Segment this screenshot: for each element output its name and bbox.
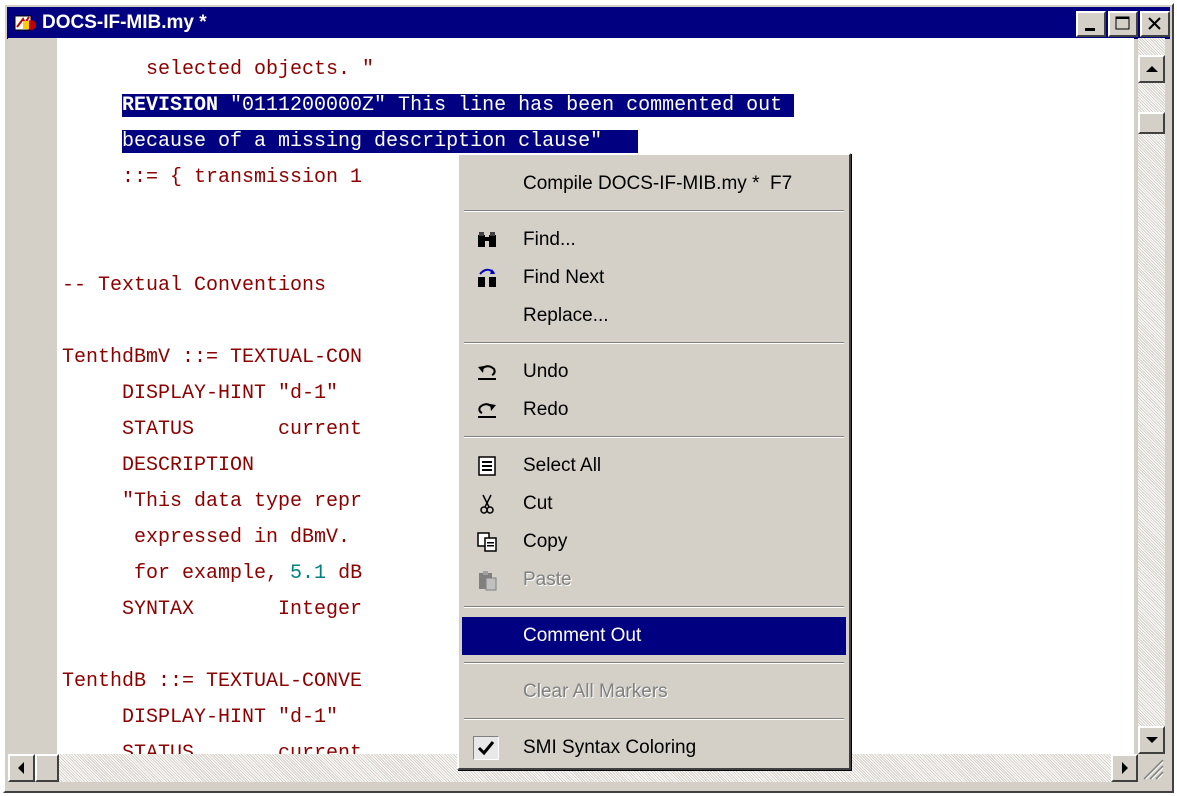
menu-item-smi-syntax-coloring[interactable]: SMI Syntax Coloring [462, 729, 846, 767]
minimize-icon [1085, 28, 1095, 31]
menu-item-label: Find Next [523, 267, 605, 288]
code-token: -- Textual Conventions [62, 274, 327, 297]
scroll-down-button[interactable] [1138, 726, 1165, 754]
menu-item-select-all[interactable]: Select All [462, 447, 846, 485]
menu-item-find-next[interactable]: Find Next [462, 259, 846, 297]
menu-item-label: Paste [523, 569, 572, 590]
menu-item-replace[interactable]: Replace... [462, 297, 846, 335]
minimize-button[interactable] [1076, 11, 1106, 37]
code-token: REVISION [122, 94, 219, 117]
menu-item-cut[interactable]: Cut [462, 485, 846, 523]
code-line[interactable]: ::= { transmission 1 [62, 160, 362, 196]
scroll-left-button[interactable] [8, 754, 35, 782]
scroll-up-button[interactable] [1138, 55, 1165, 83]
horizontal-scroll-thumb[interactable] [35, 754, 59, 782]
menu-item-comment-out[interactable]: Comment Out [462, 617, 846, 655]
code-token: TenthdB ::= TEXTUAL-CONVE [62, 670, 363, 693]
smi-syntax-coloring-checkbox[interactable] [473, 736, 499, 760]
menu-separator [464, 342, 844, 344]
title-bar[interactable]: DOCS-IF-MIB.my * [7, 7, 1170, 39]
menu-item-redo[interactable]: Redo [462, 391, 846, 429]
code-token: selected objects. " [62, 58, 375, 81]
menu-separator [464, 606, 844, 608]
menu-item-find[interactable]: Find... [462, 221, 846, 259]
menu-item-copy[interactable]: Copy [462, 523, 846, 561]
menu-item-label: Clear All Markers [523, 681, 668, 702]
menu-item-label: Replace... [523, 305, 609, 326]
arrow-right-icon [1122, 762, 1128, 774]
arrow-down-icon [1146, 737, 1158, 743]
menu-separator [464, 210, 844, 212]
menu-item-label: Comment Out [523, 625, 642, 646]
code-token: "0111200000Z" This line has been comment… [218, 94, 795, 117]
find-next-icon [478, 268, 496, 287]
code-line[interactable]: DISPLAY-HINT "d-1" [62, 376, 338, 412]
resize-grip-icon [1143, 759, 1164, 780]
copy-icon [477, 532, 497, 552]
menu-item-compile[interactable]: Compile DOCS-IF-MIB.my * F7 [462, 165, 846, 203]
menu-item-label: Cut [523, 493, 553, 514]
code-line[interactable]: TenthdB ::= TEXTUAL-CONVE [62, 664, 362, 700]
menu-item-label: Select All [523, 455, 602, 476]
paste-icon [479, 571, 497, 591]
vertical-scroll-thumb[interactable] [1138, 112, 1165, 134]
menu-item-label: SMI Syntax Coloring [523, 737, 697, 758]
code-line[interactable]: TenthdBmV ::= TEXTUAL-CON [62, 340, 362, 376]
code-token: 5.1 [290, 562, 327, 585]
code-token: DISPLAY-HINT "d-1" [62, 706, 339, 729]
code-token: DISPLAY-HINT "d-1" [62, 382, 339, 405]
code-token: because of a missing description clause" [122, 130, 639, 153]
code-token: SYNTAX Integer [62, 598, 363, 621]
context-menu: Compile DOCS-IF-MIB.my * F7 Find... Find… [457, 153, 851, 770]
menu-item-paste[interactable]: Paste [462, 561, 846, 599]
code-line[interactable]: STATUS current [62, 736, 362, 754]
code-line[interactable]: -- Textual Conventions [62, 268, 326, 304]
code-line-selected[interactable]: REVISION "0111200000Z" This line has bee… [62, 88, 795, 124]
close-button[interactable] [1140, 11, 1170, 37]
code-line[interactable]: STATUS current [62, 412, 362, 448]
menu-item-label: Redo [523, 399, 569, 420]
size-grip[interactable] [1138, 754, 1165, 782]
code-token: DESCRIPTION [62, 454, 255, 477]
arrow-left-icon [18, 762, 24, 774]
scissors-icon [480, 494, 494, 514]
binoculars-icon [478, 232, 496, 247]
vertical-scrollbar[interactable] [1138, 38, 1165, 754]
window-title: DOCS-IF-MIB.my * [42, 12, 207, 33]
menu-separator [464, 718, 844, 720]
menu-item-undo[interactable]: Undo [462, 353, 846, 391]
code-token: STATUS current [62, 742, 363, 754]
arrow-up-icon [1146, 66, 1158, 72]
menu-item-label: Copy [523, 531, 568, 552]
close-icon [1148, 17, 1161, 30]
code-line[interactable]: DISPLAY-HINT "d-1" [62, 700, 338, 736]
menu-separator [464, 436, 844, 438]
menu-item-label: Undo [523, 361, 569, 382]
select-all-icon [478, 456, 496, 476]
code-line[interactable]: SYNTAX Integer [62, 592, 362, 628]
code-line[interactable]: selected objects. " [62, 52, 374, 88]
maximize-button[interactable] [1108, 11, 1138, 37]
menu-item-clear-all-markers[interactable]: Clear All Markers [462, 673, 846, 711]
code-token: STATUS current [62, 418, 363, 441]
redo-icon [478, 403, 496, 418]
checkmark-icon [477, 741, 495, 756]
code-token: for example, [62, 562, 291, 585]
scroll-right-button[interactable] [1111, 754, 1138, 782]
menu-item-label: Find... [523, 229, 576, 250]
code-token: ::= { transmission 1 [62, 166, 363, 189]
editor-gutter[interactable] [8, 38, 57, 754]
maximize-icon [1115, 16, 1130, 30]
code-token: TenthdBmV ::= TEXTUAL-CON [62, 346, 363, 369]
menu-separator [464, 662, 844, 664]
mib-document-icon [14, 15, 36, 31]
undo-icon [478, 365, 496, 380]
menu-item-label: Compile DOCS-IF-MIB.my * F7 [523, 173, 793, 194]
code-line[interactable]: DESCRIPTION [62, 448, 254, 484]
